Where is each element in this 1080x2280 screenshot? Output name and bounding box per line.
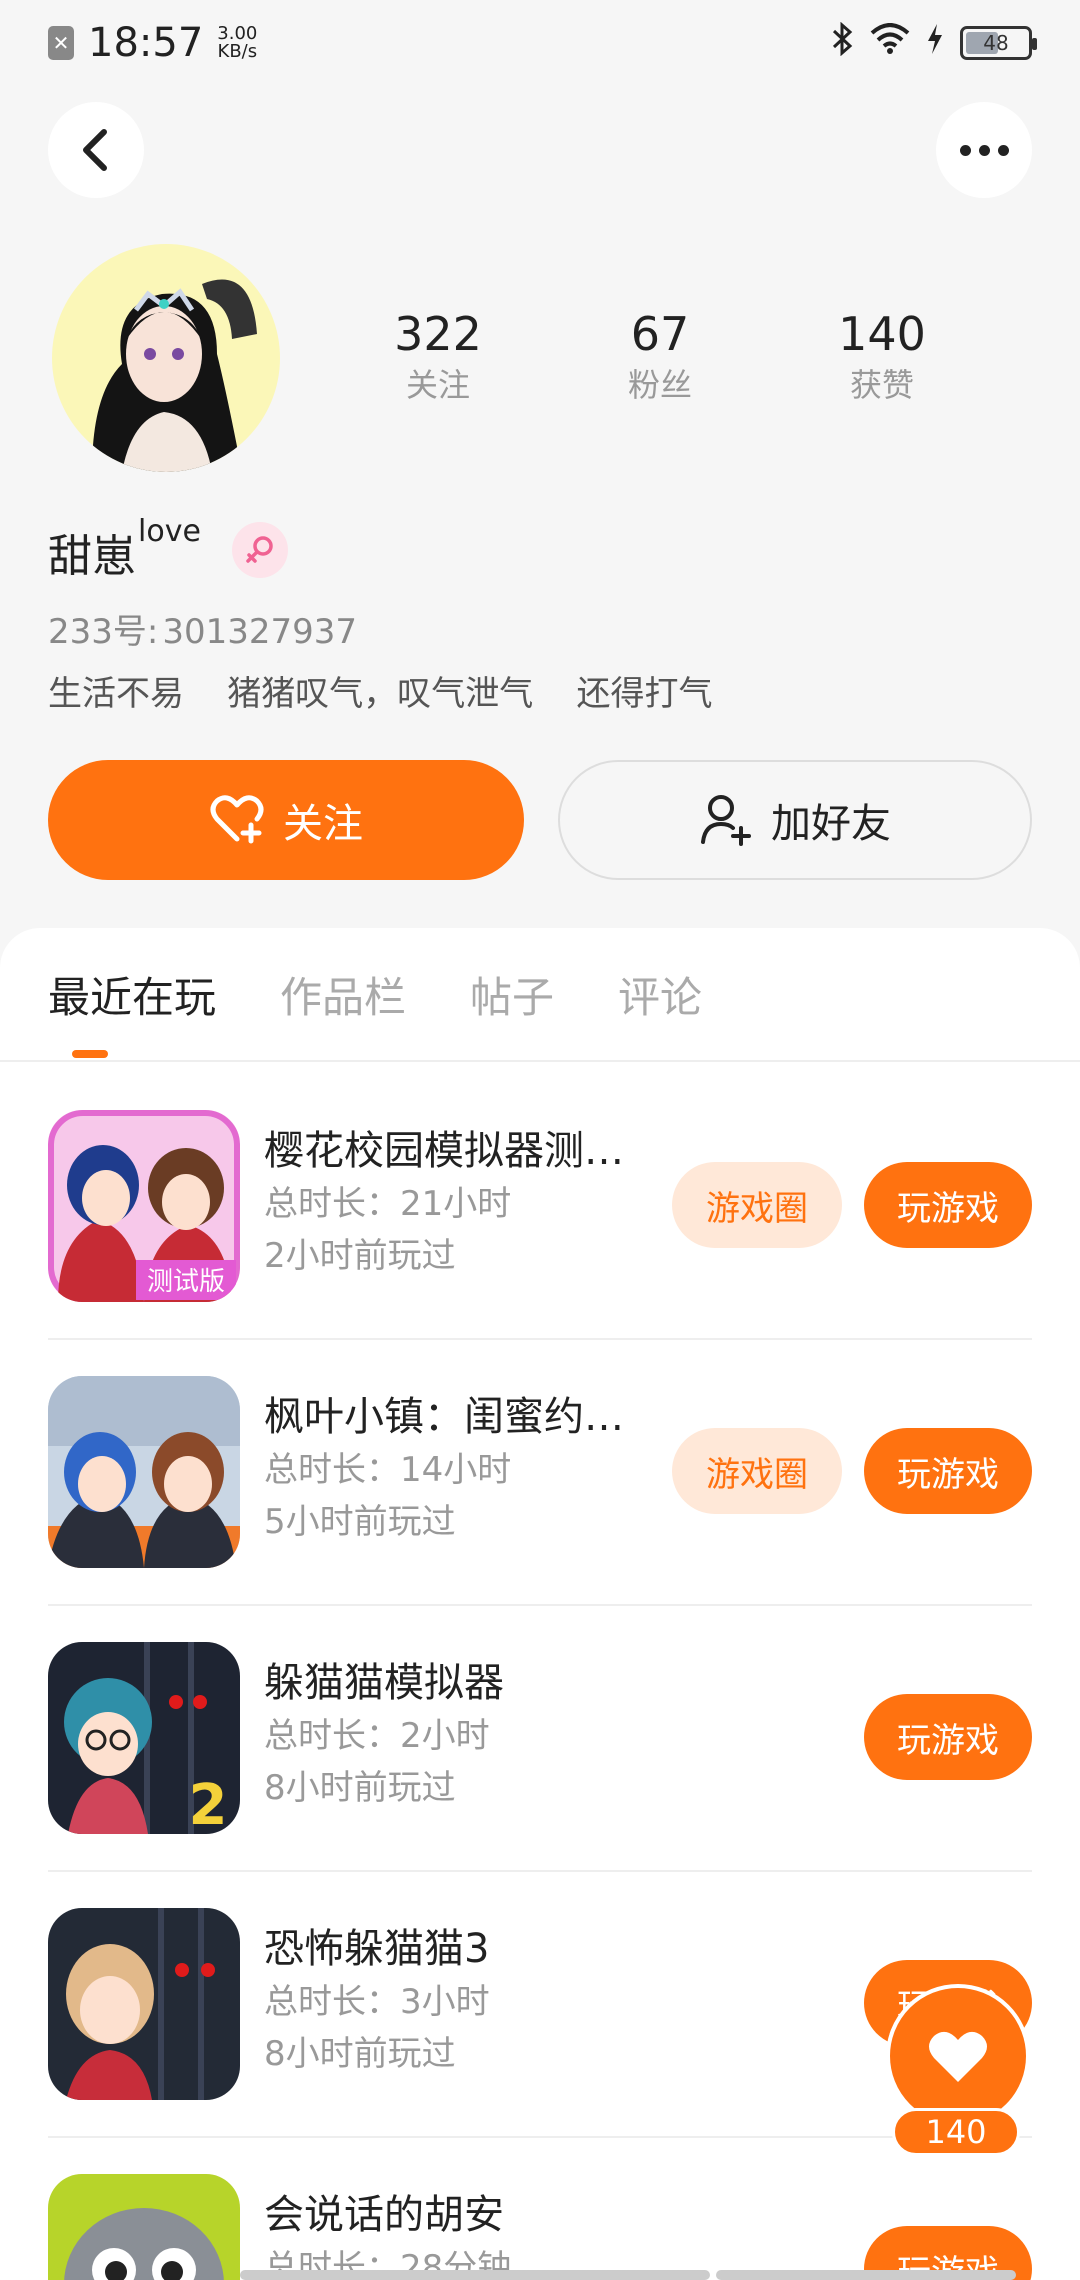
- scroll-indicator: [716, 2270, 1016, 2280]
- divider: [48, 1870, 1032, 1872]
- game-last-played: 5小时前玩过: [264, 1502, 456, 1542]
- bluetooth-icon: [830, 21, 854, 64]
- game-circle-button[interactable]: 游戏圈: [672, 1428, 842, 1514]
- back-button[interactable]: [48, 102, 144, 198]
- game-icon: 测试版: [48, 1110, 240, 1302]
- notification-icon: ✕: [48, 26, 74, 60]
- svg-text:2: 2: [189, 1773, 228, 1834]
- wifi-icon: [870, 23, 910, 63]
- like-button[interactable]: [886, 1984, 1030, 2128]
- more-icon: [959, 144, 1009, 156]
- game-title: 樱花校园模拟器测…: [264, 1128, 624, 1174]
- svg-text:测试版: 测试版: [147, 1267, 225, 1297]
- add-friend-button[interactable]: 加好友: [558, 760, 1032, 880]
- divider: [48, 2136, 1032, 2138]
- game-title: 恐怖躲猫猫3: [264, 1926, 490, 1972]
- game-icon: [48, 1908, 240, 2100]
- game-icon: [48, 2174, 240, 2280]
- like-count: 140: [892, 2108, 1020, 2156]
- game-title: 枫叶小镇：闺蜜约…: [264, 1394, 624, 1440]
- game-last-played: 8小时前玩过: [264, 2034, 456, 2074]
- heart-plus-icon: [210, 795, 264, 844]
- divider: [48, 1338, 1032, 1340]
- tab-comments[interactable]: 评论: [618, 968, 702, 1028]
- bio: 生活不易 猪猪叹气，叹气泄气 还得打气: [48, 674, 713, 714]
- follow-button[interactable]: 关注: [48, 760, 524, 880]
- play-game-button[interactable]: 玩游戏: [864, 1162, 1032, 1248]
- divider: [48, 1604, 1032, 1606]
- stat-likes[interactable]: 140 获赞: [802, 306, 962, 408]
- game-last-played: 2小时前玩过: [264, 1236, 456, 1276]
- network-speed: 3.00 KB/s: [217, 23, 258, 62]
- game-duration: 总时长：21小时: [264, 1184, 512, 1224]
- game-row[interactable]: 枫叶小镇：闺蜜约… 总时长：14小时 5小时前玩过 游戏圈 玩游戏: [48, 1376, 1032, 1606]
- game-last-played: 8小时前玩过: [264, 1768, 456, 1808]
- divider: [0, 1060, 1080, 1062]
- profile-stats: 322 关注 67 粉丝 140 获赞: [0, 306, 1080, 416]
- game-row[interactable]: 会说话的胡安 总时长：28分钟 玩游戏: [48, 2174, 1032, 2280]
- charging-icon: [926, 23, 944, 63]
- user-id: 233号: 301327937: [48, 612, 358, 652]
- game-circle-button[interactable]: 游戏圈: [672, 1162, 842, 1248]
- stat-fans[interactable]: 67 粉丝: [580, 306, 740, 408]
- tab-indicator: [72, 1050, 108, 1058]
- game-duration: 总时长：2小时: [264, 1716, 490, 1756]
- game-title: 躲猫猫模拟器: [264, 1660, 504, 1706]
- scroll-indicator: [240, 2270, 710, 2280]
- game-row[interactable]: 测试版 樱花校园模拟器测… 总时长：21小时 2小时前玩过 游戏圈 玩游戏: [48, 1110, 1032, 1340]
- game-row[interactable]: 恐怖躲猫猫3 总时长：3小时 8小时前玩过 玩游戏: [48, 1908, 1032, 2138]
- play-game-button[interactable]: 玩游戏: [864, 1694, 1032, 1780]
- nickname: 甜崽 love: [48, 514, 201, 582]
- status-bar: ✕ 18:57 3.00 KB/s 48: [0, 0, 1080, 86]
- game-title: 会说话的胡安: [264, 2192, 504, 2238]
- game-row[interactable]: 2 躲猫猫模拟器 总时长：2小时 8小时前玩过 玩游戏: [48, 1642, 1032, 1872]
- game-duration: 总时长：14小时: [264, 1450, 512, 1490]
- tab-posts[interactable]: 帖子: [470, 968, 554, 1028]
- add-user-icon: [701, 795, 751, 846]
- play-game-button[interactable]: 玩游戏: [864, 1428, 1032, 1514]
- status-time: 18:57: [88, 20, 204, 66]
- game-icon: 2: [48, 1642, 240, 1834]
- battery-icon: 48: [960, 26, 1037, 60]
- game-icon: [48, 1376, 240, 1568]
- more-button[interactable]: [936, 102, 1032, 198]
- heart-icon: [929, 2031, 987, 2082]
- tab-works[interactable]: 作品栏: [280, 968, 406, 1028]
- tab-bar: 最近在玩 作品栏 帖子 评论: [48, 968, 702, 1028]
- game-duration: 总时长：3小时: [264, 1982, 490, 2022]
- female-gender-icon: [232, 522, 288, 578]
- tab-recent-play[interactable]: 最近在玩: [48, 968, 216, 1028]
- stat-following[interactable]: 322 关注: [358, 306, 518, 408]
- chevron-left-icon: [83, 129, 107, 171]
